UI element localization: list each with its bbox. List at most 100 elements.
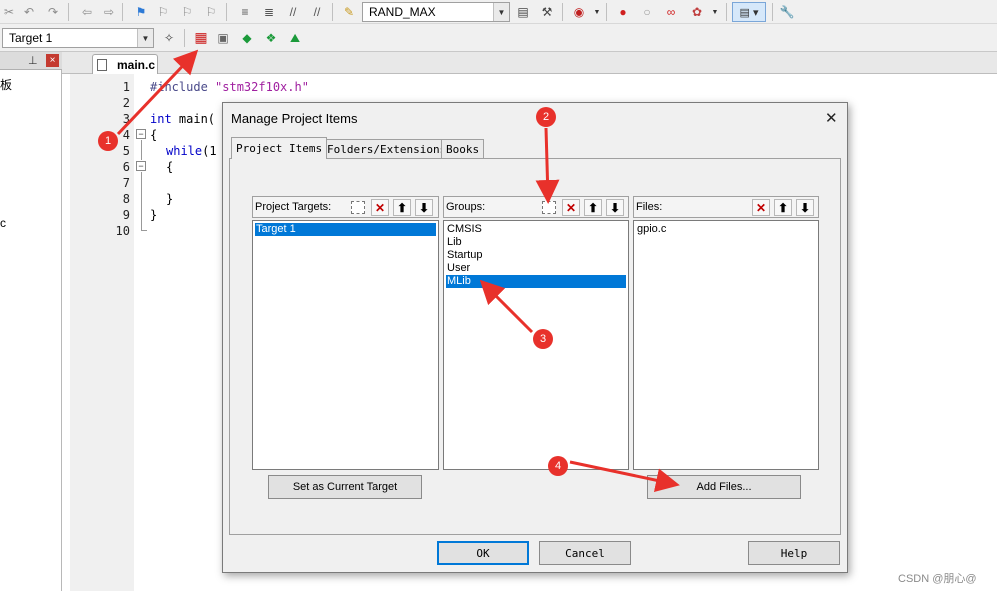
move-down-icon[interactable]: ⬇ [415,199,433,216]
undo-icon[interactable]: ↶ [20,3,38,21]
target-combo[interactable]: Target 1 ▼ [2,28,154,48]
fold-toggle[interactable]: − [136,161,146,171]
symbol-combo[interactable]: RAND_MAX ▼ [362,2,510,22]
comment-icon[interactable]: // [284,3,302,21]
new-group-icon[interactable] [542,201,556,214]
code-line-5[interactable]: while(1 [166,144,217,158]
delete-group-icon[interactable]: ✕ [562,199,580,216]
debug-session-icon[interactable]: ◉ [570,3,588,21]
tab-project-items[interactable]: Project Items [231,137,328,159]
debug-dropdown-icon[interactable]: ▼ [588,3,606,21]
list-item-group[interactable]: User [446,262,626,275]
redo-icon[interactable]: ↷ [44,3,62,21]
tab-folders-extensions[interactable]: Folders/Extensions [322,139,452,159]
list-item-file[interactable]: gpio.c [636,223,816,236]
line-number: 10 [115,224,130,238]
configure-icon[interactable]: 🔧 [778,3,796,21]
manage-multi-project-icon[interactable]: ▣ [214,29,232,47]
list-item-target[interactable]: Target 1 [255,223,436,236]
targets-list[interactable]: Target 1 [252,220,439,470]
targets-header: Project Targets: ✕ ⬆ ⬇ [252,196,439,218]
manage-rte-icon[interactable]: ❖ [262,29,280,47]
fold-toggle[interactable]: − [136,129,146,139]
nav-forward-icon[interactable]: ⇨ [100,3,118,21]
step-badge-2: 2 [536,107,556,127]
delete-file-icon[interactable]: ✕ [752,199,770,216]
dialog-title: Manage Project Items [231,111,358,126]
code-line-4[interactable]: { [150,128,157,142]
manage-project-items-icon[interactable]: ▦ [192,28,210,46]
tab-books[interactable]: Books [441,139,485,159]
list-item-group[interactable]: CMSIS [446,223,626,236]
ok-button[interactable]: OK [437,541,529,565]
incremental-find-icon[interactable]: ⚒ [538,3,556,21]
toolbar-separator [68,3,69,21]
groups-header: Groups: ✕ ⬆ ⬇ [443,196,629,218]
move-down-icon[interactable]: ⬇ [606,199,624,216]
list-item-group[interactable]: Lib [446,236,626,249]
delete-target-icon[interactable]: ✕ [371,199,389,216]
toolbar-separator [606,3,607,21]
step-badge-3: 3 [533,329,553,349]
list-item-group[interactable]: Startup [446,249,626,262]
new-target-icon[interactable] [351,201,365,214]
tab-main-c[interactable]: main.c [92,54,158,74]
disable-breakpoint-icon[interactable]: ○ [638,3,656,21]
code-text: main( [171,112,216,126]
toolbar-separator [226,3,227,21]
chevron-down-icon[interactable]: ▼ [493,3,509,21]
list-item-group[interactable]: MLib [446,275,626,288]
symbol-combo-value: RAND_MAX [369,5,436,19]
pack-installer-icon[interactable]: ⛰ [286,29,304,47]
prev-bookmark-icon[interactable]: ⚐ [154,3,172,21]
set-current-target-button[interactable]: Set as Current Target [268,475,422,499]
include-file: "stm32f10x.h" [215,80,309,94]
help-button[interactable]: Help [748,541,840,565]
breakpoint-icon[interactable]: ● [614,3,632,21]
close-icon[interactable]: × [46,54,59,67]
tab-label: main.c [117,57,156,72]
step-badge-4: 4 [548,456,568,476]
move-up-icon[interactable]: ⬆ [393,199,411,216]
window-layout-icon[interactable]: ▤ ▾ [732,2,766,22]
chevron-down-icon[interactable]: ▼ [137,29,153,47]
pin-icon[interactable]: ⊥ [28,54,38,67]
nav-back-icon[interactable]: ⇦ [78,3,96,21]
indent-icon[interactable]: ≡ [236,3,254,21]
code-line-3[interactable]: int main( [150,112,215,126]
code-text: (1 [202,144,217,158]
next-bookmark-icon[interactable]: ⚐ [178,3,196,21]
add-files-button[interactable]: Add Files... [647,475,801,499]
line-number: 6 [122,160,130,174]
move-up-icon[interactable]: ⬆ [774,199,792,216]
find-in-files-icon[interactable]: ✎ [340,3,358,21]
close-icon[interactable]: ✕ [825,109,838,127]
target-options-icon[interactable]: ✧ [160,29,178,47]
cancel-button[interactable]: Cancel [539,541,631,565]
breakpoint-dropdown-icon[interactable]: ▼ [706,3,724,21]
files-list[interactable]: gpio.c [633,220,819,470]
uncomment-icon[interactable]: // [308,3,326,21]
line-number: 3 [122,112,130,126]
cut-icon[interactable]: ✂ [0,3,18,21]
disable-all-breakpoints-icon[interactable]: ∞ [662,3,680,21]
select-packs-icon[interactable]: ◆ [238,29,256,47]
move-up-icon[interactable]: ⬆ [584,199,602,216]
move-down-icon[interactable]: ⬇ [796,199,814,216]
project-panel: ⊥ × 板 c [0,52,62,591]
code-text: { [150,128,158,142]
fold-line [141,140,142,160]
code-line-9[interactable]: } [150,208,157,222]
code-line-1[interactable]: #include "stm32f10x.h" [150,80,309,94]
bookmark-icon[interactable]: ⚑ [132,3,150,21]
fold-line [141,172,142,230]
find-icon[interactable]: ▤ [514,3,532,21]
code-line-8[interactable]: } [166,192,173,206]
clear-bookmarks-icon[interactable]: ⚐ [202,3,220,21]
toolbar-separator [332,3,333,21]
code-line-6[interactable]: { [166,160,173,174]
toolbar-separator [122,3,123,21]
kill-breakpoints-icon[interactable]: ✿ [688,3,706,21]
toolbar-separator [726,3,727,21]
unindent-icon[interactable]: ≣ [260,3,278,21]
